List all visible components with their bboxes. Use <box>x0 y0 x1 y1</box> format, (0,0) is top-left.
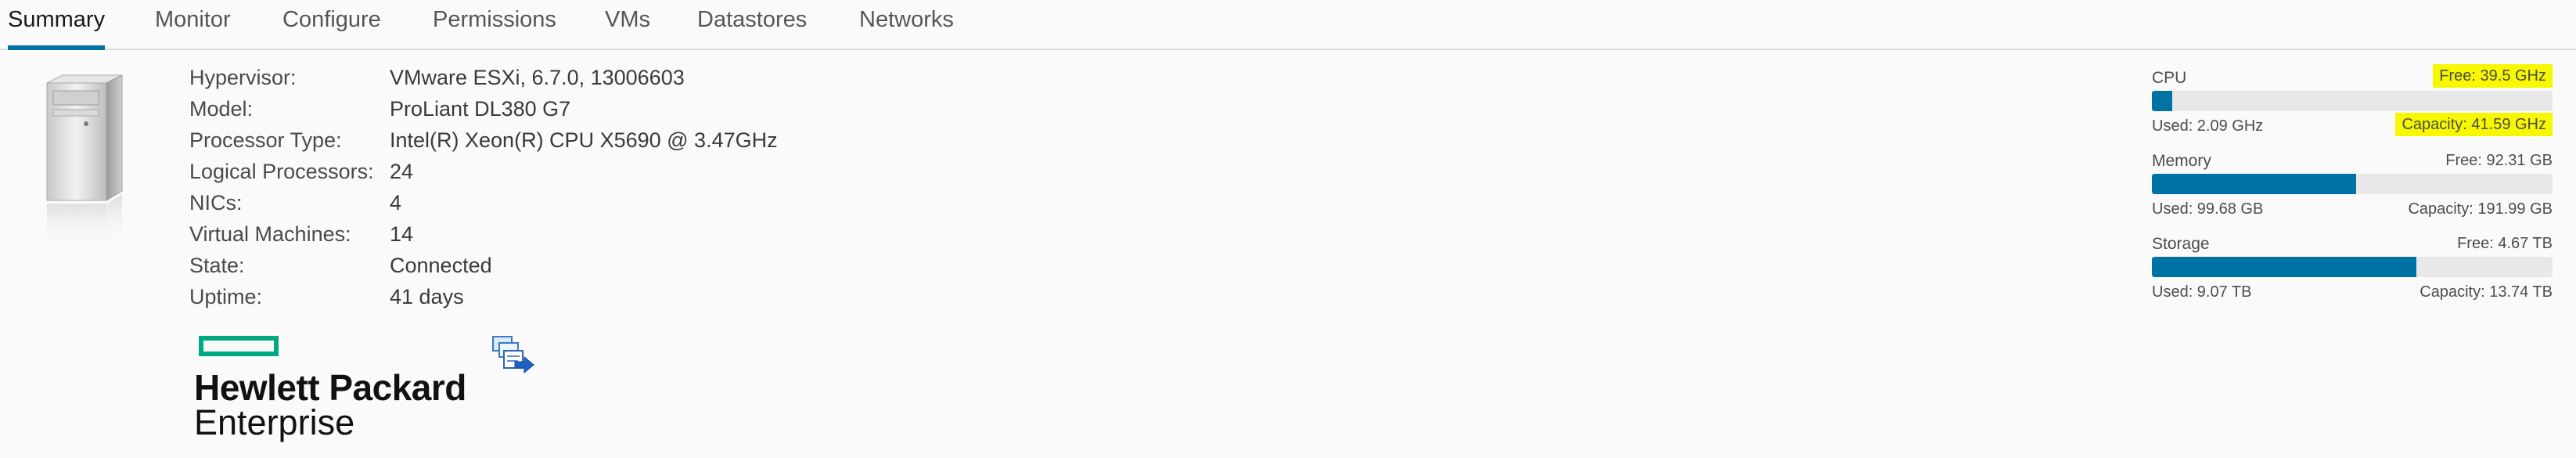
virtual-machines-label: Virtual Machines: <box>189 222 351 246</box>
memory-free: Free: 92.31 GB <box>2445 152 2553 169</box>
nics-label: NICs: <box>189 191 243 215</box>
cpu-free-text: Free: 39.5 GHz <box>2433 64 2553 88</box>
cpu-used: Used: 2.09 GHz <box>2152 117 2264 135</box>
virtual-machines-value: 14 <box>390 222 414 246</box>
tab-summary[interactable]: Summary <box>8 0 106 50</box>
cpu-title: CPU <box>2152 69 2187 87</box>
hypervisor-label: Hypervisor: <box>189 66 297 89</box>
memory-used: Used: 99.68 GB <box>2152 200 2264 218</box>
processor-type-value: Intel(R) Xeon(R) CPU X5690 @ 3.47GHz <box>390 128 778 152</box>
memory-capacity: Capacity: 191.99 GB <box>2408 200 2553 218</box>
storage-used: Used: 9.07 TB <box>2152 283 2252 301</box>
model-value: ProLiant DL380 G7 <box>390 97 571 121</box>
tab-configure[interactable]: Configure <box>282 0 381 49</box>
server-icon <box>46 74 123 251</box>
vendor-logo-line2: Enterprise <box>194 402 355 442</box>
model-label: Model: <box>189 97 254 121</box>
host-summary-page: Summary Monitor Configure Permissions VM… <box>0 0 2576 458</box>
tab-monitor[interactable]: Monitor <box>155 0 231 49</box>
processor-type-label: Processor Type: <box>189 128 342 152</box>
storage-free: Free: 4.67 TB <box>2457 235 2553 252</box>
memory-title: Memory <box>2152 152 2211 170</box>
export-icon[interactable] <box>491 335 535 374</box>
storage-usage-bar <box>2152 257 2553 277</box>
storage-capacity: Capacity: 13.74 TB <box>2419 283 2553 301</box>
tab-datastores[interactable]: Datastores <box>697 0 807 49</box>
cpu-capacity-text: Capacity: 41.59 GHz <box>2395 113 2553 136</box>
hypervisor-value: VMware ESXi, 6.7.0, 13006603 <box>390 66 685 89</box>
cpu-usage-bar <box>2152 91 2553 111</box>
tab-permissions[interactable]: Permissions <box>433 0 556 49</box>
state-label: State: <box>189 254 245 277</box>
storage-usage-fill <box>2152 257 2416 277</box>
cpu-capacity: Capacity: 41.59 GHz <box>2395 113 2553 136</box>
memory-usage-fill <box>2152 174 2357 194</box>
cpu-usage-fill <box>2152 91 2172 111</box>
tab-networks[interactable]: Networks <box>859 0 954 49</box>
state-value: Connected <box>390 254 492 277</box>
nics-value: 4 <box>390 191 402 215</box>
uptime-label: Uptime: <box>189 285 263 308</box>
memory-usage-bar <box>2152 174 2553 194</box>
hpe-element-icon <box>199 336 279 356</box>
logical-processors-value: 24 <box>390 160 414 183</box>
logical-processors-label: Logical Processors: <box>189 160 374 183</box>
uptime-value: 41 days <box>390 285 464 308</box>
tab-bar: Summary Monitor Configure Permissions VM… <box>0 0 2576 50</box>
storage-title: Storage <box>2152 235 2210 253</box>
cpu-free: Free: 39.5 GHz <box>2433 64 2553 88</box>
tab-vms[interactable]: VMs <box>605 0 650 49</box>
